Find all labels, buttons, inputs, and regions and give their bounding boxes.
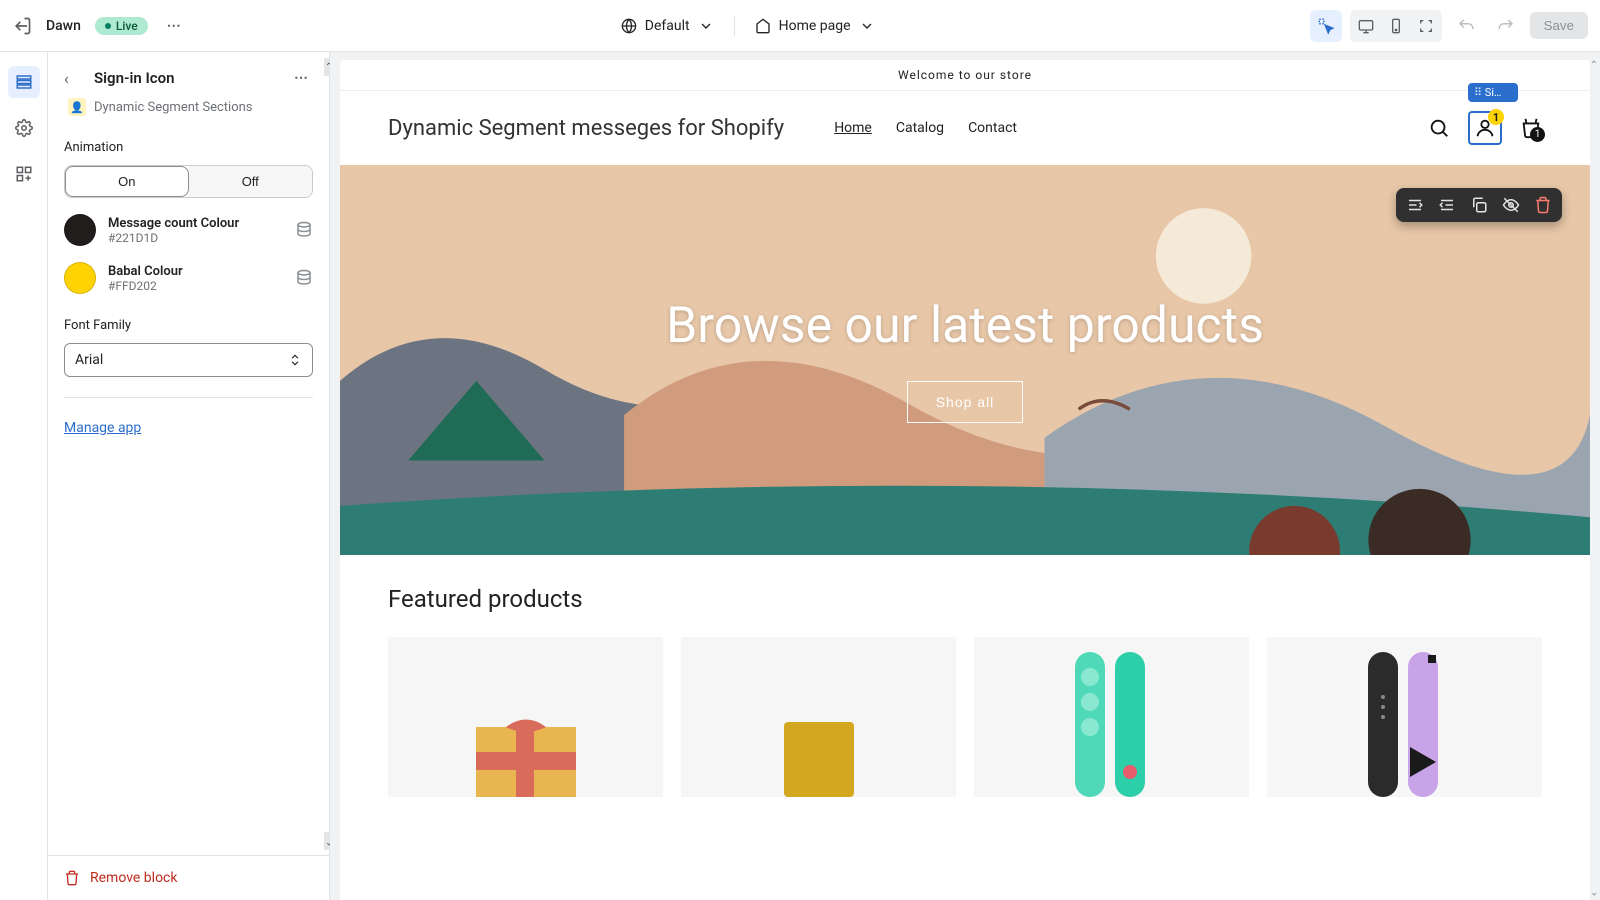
inspector-icon[interactable] <box>1310 10 1342 42</box>
dynamic-source-icon[interactable] <box>295 269 313 287</box>
hide-icon[interactable] <box>1502 196 1520 214</box>
redo-icon[interactable] <box>1490 10 1522 42</box>
undo-icon[interactable] <box>1450 10 1482 42</box>
app-block-icon: 👤 <box>68 98 86 116</box>
device-switcher <box>1350 10 1442 42</box>
animation-toggle: On Off <box>64 165 313 198</box>
store-header: Dynamic Segment messeges for Shopify Hom… <box>340 91 1590 165</box>
left-rail <box>0 52 48 900</box>
hero-cta-button[interactable]: Shop all <box>907 381 1024 423</box>
cart-badge: 1 <box>1530 127 1545 142</box>
hero-title: Browse our latest products <box>666 297 1264 355</box>
account-badge: 1 <box>1488 109 1504 125</box>
topbar-right: Save <box>1310 10 1588 42</box>
manage-app-link[interactable]: Manage app <box>64 420 141 436</box>
trash-icon <box>64 870 80 886</box>
font-family-select[interactable]: Arial <box>64 343 313 377</box>
delete-icon[interactable] <box>1534 196 1552 214</box>
remove-block-button[interactable]: Remove block <box>64 870 313 886</box>
remove-block-label: Remove block <box>90 870 177 886</box>
store-nav: Home Catalog Contact <box>834 120 1017 136</box>
featured-section: Featured products <box>340 555 1590 827</box>
settings-icon[interactable] <box>8 112 40 144</box>
page-selector[interactable]: Home page <box>755 18 875 34</box>
page-label: Home page <box>779 18 851 34</box>
fullscreen-icon[interactable] <box>1412 12 1440 40</box>
panel-more-icon[interactable]: ⋯ <box>289 66 313 90</box>
panel-title: Sign-in Icon <box>94 69 174 87</box>
product-grid <box>388 637 1542 797</box>
color-row-babal[interactable]: Babal Colour #FFD202 <box>64 262 313 294</box>
section-toolbar <box>1396 188 1562 222</box>
hero-illustration <box>340 165 1590 555</box>
color-swatch <box>64 214 96 246</box>
theme-name: Dawn <box>46 18 81 34</box>
product-card[interactable] <box>388 637 663 797</box>
color-swatch <box>64 262 96 294</box>
store-title: Dynamic Segment messeges for Shopify <box>388 116 784 141</box>
mobile-icon[interactable] <box>1382 12 1410 40</box>
nav-catalog[interactable]: Catalog <box>896 120 944 136</box>
main: ⌃ ‹ Sign-in Icon ⋯ 👤 Dynamic Segment Sec… <box>0 52 1600 900</box>
selection-tag: Si… <box>1468 83 1518 102</box>
topbar: Dawn Live ⋯ Default Home page Save <box>0 0 1600 52</box>
product-image <box>1057 647 1167 797</box>
more-menu-icon[interactable]: ⋯ <box>162 14 186 38</box>
search-icon[interactable] <box>1428 117 1450 139</box>
dynamic-source-icon[interactable] <box>295 221 313 239</box>
viewport-selector[interactable]: Default <box>621 18 714 34</box>
nav-contact[interactable]: Contact <box>968 120 1017 136</box>
color-name: Babal Colour <box>108 264 283 279</box>
product-card[interactable] <box>974 637 1249 797</box>
save-button[interactable]: Save <box>1530 12 1588 39</box>
divider <box>734 16 735 36</box>
scroll-down-icon[interactable]: ⌃ <box>1590 885 1598 896</box>
animation-on-button[interactable]: On <box>65 166 189 197</box>
animation-label: Animation <box>64 140 313 155</box>
color-name: Message count Colour <box>108 216 283 231</box>
announcement-bar: Welcome to our store <box>340 60 1590 91</box>
apps-icon[interactable] <box>8 158 40 190</box>
topbar-left: Dawn Live ⋯ <box>12 14 186 38</box>
color-info: Babal Colour #FFD202 <box>108 264 283 293</box>
featured-title: Featured products <box>388 585 1542 613</box>
cart-icon[interactable]: 1 <box>1520 117 1542 139</box>
sections-icon[interactable] <box>8 66 40 98</box>
color-row-message[interactable]: Message count Colour #221D1D <box>64 214 313 246</box>
store-header-icons: Si… 1 1 <box>1428 111 1542 145</box>
move-down-icon[interactable] <box>1438 196 1456 214</box>
topbar-center: Default Home page <box>198 16 1298 36</box>
product-card[interactable] <box>681 637 956 797</box>
color-info: Message count Colour #221D1D <box>108 216 283 245</box>
move-up-icon[interactable] <box>1406 196 1424 214</box>
status-badge: Live <box>95 17 148 35</box>
product-card[interactable] <box>1267 637 1542 797</box>
exit-icon[interactable] <box>12 16 32 36</box>
sidebar-footer: Remove block <box>48 855 329 900</box>
duplicate-icon[interactable] <box>1470 196 1488 214</box>
account-icon-selected[interactable]: Si… 1 <box>1468 111 1502 145</box>
panel-subtitle-row: 👤 Dynamic Segment Sections <box>68 98 313 116</box>
preview-frame: Welcome to our store Dynamic Segment mes… <box>340 60 1590 900</box>
nav-home[interactable]: Home <box>834 120 872 136</box>
panel-subtitle: Dynamic Segment Sections <box>94 100 253 115</box>
scroll-up-icon[interactable]: ⌃ <box>1590 60 1598 71</box>
color-hex: #221D1D <box>108 231 283 245</box>
panel-header: ‹ Sign-in Icon ⋯ <box>64 66 313 90</box>
product-image <box>1350 647 1460 797</box>
sidebar: ⌃ ‹ Sign-in Icon ⋯ 👤 Dynamic Segment Sec… <box>48 52 330 900</box>
back-icon[interactable]: ‹ <box>64 69 84 88</box>
hero-section: Browse our latest products Shop all <box>340 165 1590 555</box>
preview-area: Welcome to our store Dynamic Segment mes… <box>330 52 1600 900</box>
desktop-icon[interactable] <box>1352 12 1380 40</box>
color-hex: #FFD202 <box>108 279 283 293</box>
viewport-label: Default <box>645 18 690 34</box>
product-image <box>471 717 581 797</box>
animation-off-button[interactable]: Off <box>189 166 313 197</box>
font-family-value: Arial <box>75 352 103 368</box>
font-family-label: Font Family <box>64 318 313 333</box>
chevron-updown-icon <box>288 353 302 367</box>
product-image <box>764 717 874 797</box>
